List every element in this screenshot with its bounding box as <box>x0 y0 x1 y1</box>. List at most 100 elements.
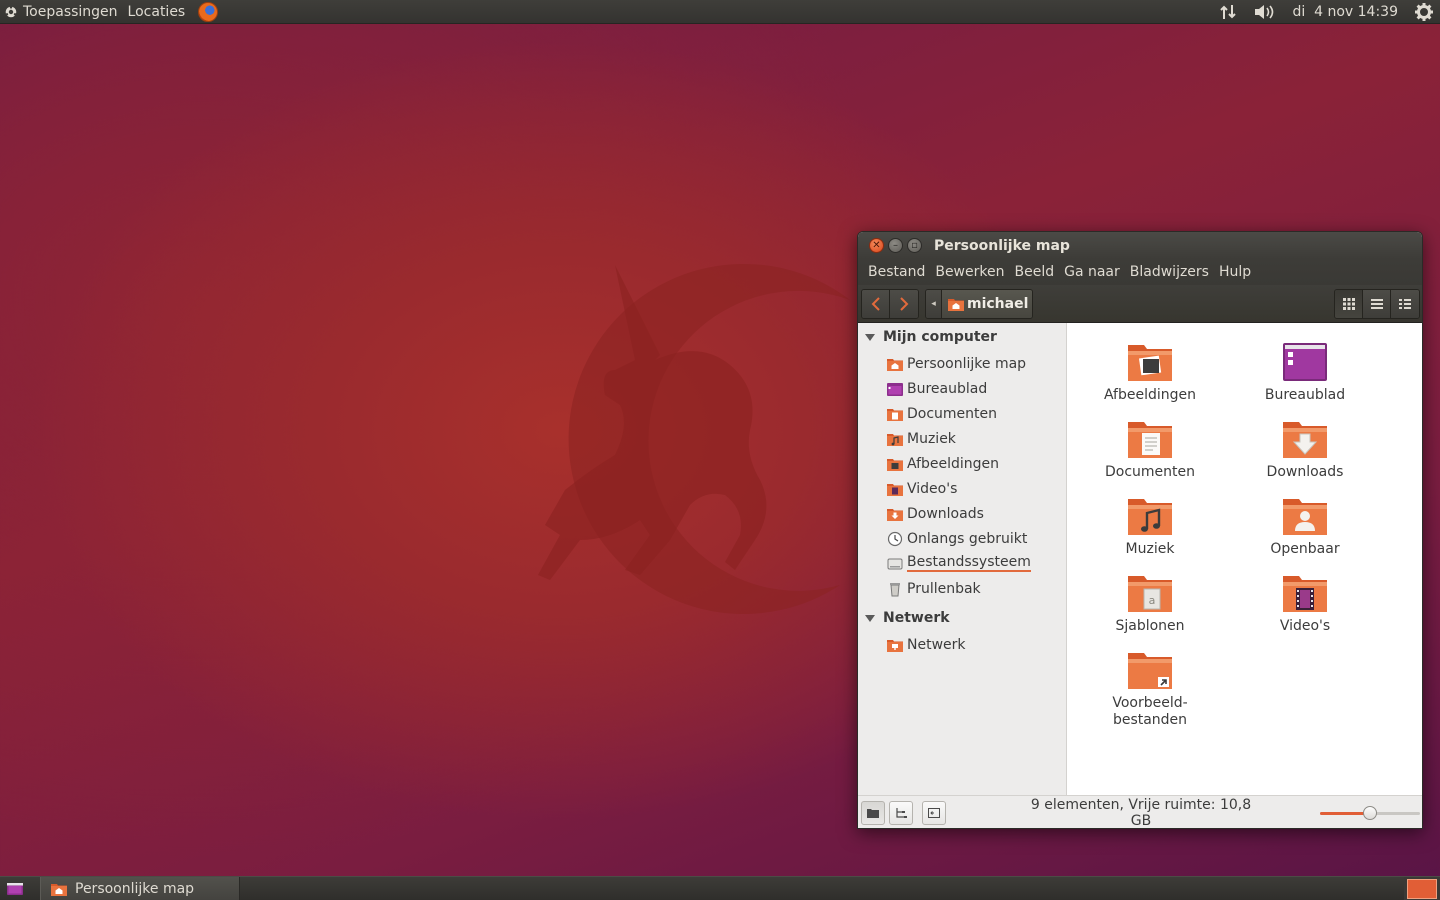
sidebar-item-persoonlijke-map[interactable]: Persoonlijke map <box>858 351 1066 376</box>
sidebar-item-bestandssysteem[interactable]: Bestandssysteem <box>858 551 1066 576</box>
sidebar-item-afbeeldingen[interactable]: Afbeeldingen <box>858 451 1066 476</box>
recent-icon <box>887 531 903 547</box>
breadcrumb-scroll-left[interactable]: ◂ <box>926 289 942 318</box>
zoom-slider[interactable] <box>1320 806 1420 820</box>
file-item-label: Downloads <box>1266 464 1344 480</box>
back-button[interactable] <box>862 289 890 318</box>
sidebar-item-label: Muziek <box>907 430 956 447</box>
file-item-sjablonen[interactable]: a Sjablonen <box>1085 568 1215 635</box>
speaker-icon[interactable] <box>1252 0 1276 24</box>
menu-ga-naar[interactable]: Ga naar <box>1059 264 1125 280</box>
workspace-1[interactable] <box>1407 878 1437 899</box>
sidebar-item-label: Downloads <box>907 505 984 522</box>
file-view[interactable]: Afbeeldingen Bureaublad Documenten Downl… <box>1067 323 1422 795</box>
breadcrumb: ◂ michael <box>925 288 1034 319</box>
unicorn-emblem <box>538 263 850 614</box>
file-item-documenten[interactable]: Documenten <box>1085 414 1215 481</box>
ubuntu-logo-icon <box>5 5 17 17</box>
sidebar-item-downloads[interactable]: Downloads <box>858 501 1066 526</box>
minimize-button[interactable]: – <box>888 238 903 253</box>
sidebar-item-label: Bureaublad <box>907 380 988 397</box>
sidebar-section-title: Mijn computer <box>883 329 997 345</box>
sidebar-item-label: Documenten <box>907 405 998 422</box>
file-item-downloads[interactable]: Downloads <box>1240 414 1370 481</box>
places-sidebar-button[interactable] <box>861 800 885 825</box>
network-folder-icon <box>887 638 903 652</box>
list-icon <box>1370 298 1383 309</box>
file-item-muziek[interactable]: Muziek <box>1085 491 1215 558</box>
tree-icon <box>896 807 907 818</box>
expander-icon <box>865 614 875 622</box>
sidebar-item-bureaublad[interactable]: Bureaublad <box>858 376 1066 401</box>
chevron-left-icon <box>871 296 880 311</box>
videos-folder-icon <box>887 482 903 496</box>
breadcrumb-home[interactable]: michael <box>942 289 1033 318</box>
file-item-bureaublad[interactable]: Bureaublad <box>1240 337 1370 404</box>
sidebar-item-netwerk[interactable]: Netwerk <box>858 632 1066 657</box>
file-item-label: Video's <box>1279 618 1331 634</box>
examples-folder-icon <box>1128 653 1172 689</box>
desktop-icon <box>7 882 23 895</box>
menu-hulp[interactable]: Hulp <box>1214 264 1256 280</box>
sidebar-item-documenten[interactable]: Documenten <box>858 401 1066 426</box>
menu-bestand[interactable]: Bestand <box>863 264 930 280</box>
maximize-button[interactable]: ▫ <box>907 238 922 253</box>
file-item-voorbeeldbestanden[interactable]: Voorbeeld- bestanden <box>1085 645 1215 729</box>
sidebar-section-netwerk[interactable]: Netwerk <box>858 604 1066 632</box>
taskbar-item-persoonlijke-map[interactable]: Persoonlijke map <box>40 877 240 900</box>
file-item-openbaar[interactable]: Openbaar <box>1240 491 1370 558</box>
sidebar: Mijn computer Persoonlijke map Bureaubla… <box>858 323 1067 795</box>
menubar: Bestand Bewerken Beeld Ga naar Bladwijze… <box>858 259 1422 285</box>
sidebar-item-prullenbak[interactable]: Prullenbak <box>858 576 1066 601</box>
sidebar-item-label: Netwerk <box>907 636 966 653</box>
forward-button[interactable] <box>890 289 918 318</box>
menu-bladwijzers[interactable]: Bladwijzers <box>1125 264 1214 280</box>
sidebar-section-mijn-computer[interactable]: Mijn computer <box>858 323 1066 351</box>
downloads-folder-icon <box>887 507 903 521</box>
compact-view-button[interactable] <box>1391 289 1419 318</box>
home-folder-icon <box>948 297 964 311</box>
menu-beeld[interactable]: Beeld <box>1009 264 1059 280</box>
applications-menu[interactable]: Toepassingen <box>0 0 123 24</box>
file-item-label: Sjablonen <box>1115 618 1185 634</box>
view-switcher <box>1334 288 1420 319</box>
file-item-label: Afbeeldingen <box>1103 387 1197 403</box>
gear-icon[interactable] <box>1412 0 1436 24</box>
tree-sidebar-button[interactable] <box>889 800 913 825</box>
window-titlebar[interactable]: ✕ – ▫ Persoonlijke map <box>858 232 1422 259</box>
list-view-button[interactable] <box>1363 289 1391 318</box>
bottom-panel: Persoonlijke map <box>0 876 1440 900</box>
file-item-label: Bureaublad <box>1264 387 1346 403</box>
grid-icon <box>1342 297 1355 310</box>
file-item-afbeeldingen[interactable]: Afbeeldingen <box>1085 337 1215 404</box>
sidebar-item-label: Video's <box>907 480 958 497</box>
sidebar-item-muziek[interactable]: Muziek <box>858 426 1066 451</box>
sidebar-item-label: Prullenbak <box>907 580 981 597</box>
pictures-folder-icon <box>887 457 903 471</box>
toggle-sidebar-button[interactable] <box>922 800 946 825</box>
workspace-switcher[interactable] <box>1404 876 1440 900</box>
icon-view-button[interactable] <box>1335 289 1363 318</box>
menu-bewerken[interactable]: Bewerken <box>930 264 1009 280</box>
window-content: Mijn computer Persoonlijke map Bureaubla… <box>858 323 1422 795</box>
pictures-folder-icon <box>1128 345 1172 381</box>
clock[interactable]: di 4 nov 14:39 <box>1292 4 1398 20</box>
firefox-icon[interactable] <box>198 1 219 22</box>
sidebar-item-onlangs-gebruikt[interactable]: Onlangs gebruikt <box>858 526 1066 551</box>
taskbar-item-label: Persoonlijke map <box>75 880 195 897</box>
top-panel: Toepassingen Locaties di 4 nov 14:39 <box>0 0 1440 24</box>
music-folder-icon <box>887 432 903 446</box>
videos-folder-icon <box>1283 576 1327 612</box>
zoom-slider-knob[interactable] <box>1363 806 1377 820</box>
file-item-videos[interactable]: Video's <box>1240 568 1370 635</box>
file-item-label: Voorbeeld- bestanden <box>1112 695 1188 728</box>
file-item-label: Muziek <box>1125 541 1175 557</box>
places-menu[interactable]: Locaties <box>123 0 191 24</box>
svg-text:a: a <box>1149 594 1156 607</box>
breadcrumb-label: michael <box>967 295 1029 312</box>
show-desktop-button[interactable] <box>0 877 30 900</box>
sidebar-item-videos[interactable]: Video's <box>858 476 1066 501</box>
close-button[interactable]: ✕ <box>869 238 884 253</box>
network-arrows-icon[interactable] <box>1216 0 1240 24</box>
file-item-label: Documenten <box>1104 464 1195 480</box>
